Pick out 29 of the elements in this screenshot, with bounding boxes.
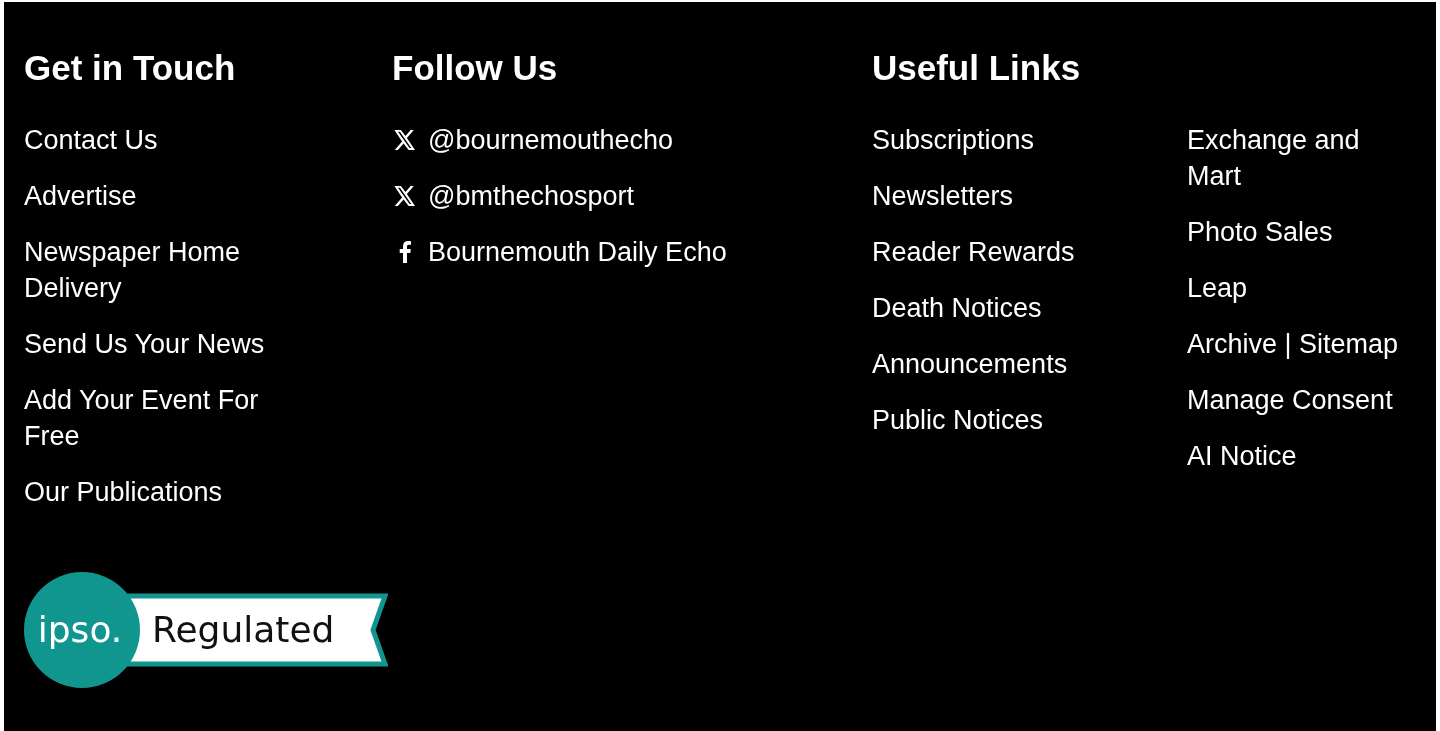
section-heading: Get in Touch <box>24 47 237 89</box>
section-heading: Follow Us <box>392 47 559 89</box>
footer-link[interactable]: Announcements <box>872 346 1187 382</box>
logo-mark: ipso. <box>37 609 123 650</box>
footer-link[interactable]: Public Notices <box>872 402 1187 438</box>
footer-link[interactable]: Reader Rewards <box>872 234 1187 270</box>
footer-link[interactable]: Send Us Your News <box>24 326 294 362</box>
footer-link[interactable]: Newsletters <box>872 178 1187 214</box>
footer-link[interactable]: Contact Us <box>24 122 294 158</box>
logo-label: Regulated <box>152 609 335 650</box>
facebook-icon <box>399 241 411 263</box>
footer-link[interactable]: Subscriptions <box>872 122 1187 158</box>
footer-link[interactable]: AI Notice <box>1187 438 1409 474</box>
x-icon <box>394 186 416 206</box>
footer-link[interactable]: Death Notices <box>872 290 1187 326</box>
footer-link[interactable]: Archive | Sitemap <box>1187 326 1409 362</box>
footer-link[interactable]: Newspaper Home Delivery <box>24 234 294 306</box>
social-link[interactable]: Bournemouth Daily Echo <box>392 234 872 270</box>
section-heading: Useful Links <box>872 47 1082 89</box>
footer-link[interactable]: Exchange and Mart <box>1187 122 1409 194</box>
footer-link[interactable]: Photo Sales <box>1187 214 1409 250</box>
footer-link[interactable]: Manage Consent <box>1187 382 1409 418</box>
social-link[interactable]: @bmthechosport <box>392 178 872 214</box>
social-link[interactable]: @bournemouthecho <box>392 122 872 158</box>
footer-link[interactable]: Leap <box>1187 270 1409 306</box>
footer-link[interactable]: Add Your Event For Free <box>24 382 294 454</box>
footer-link[interactable]: Advertise <box>24 178 294 214</box>
footer-link[interactable]: Our Publications <box>24 474 294 510</box>
x-icon <box>394 130 416 150</box>
